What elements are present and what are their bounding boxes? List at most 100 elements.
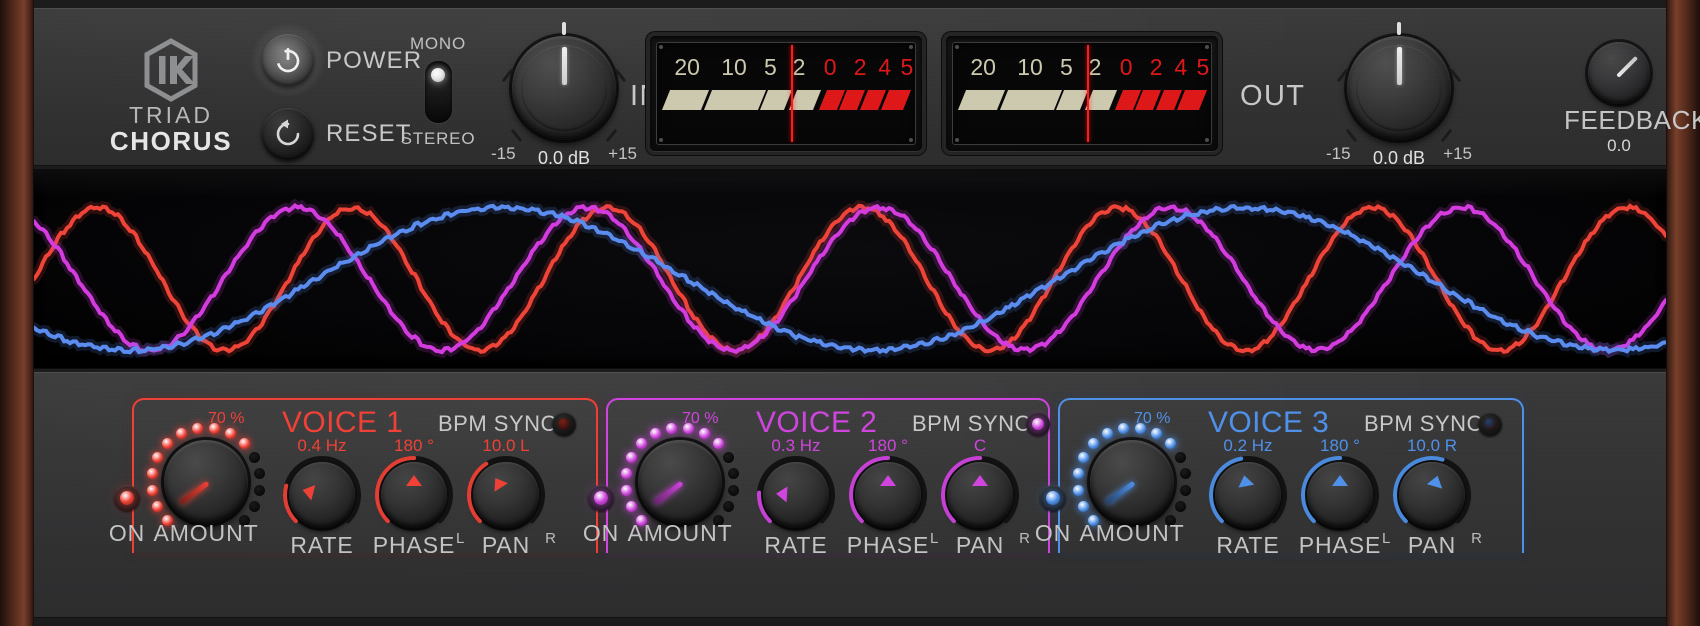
- switch-label-stereo: STEREO: [386, 129, 490, 149]
- voice-2-amount-knob[interactable]: [638, 440, 722, 524]
- reset-button[interactable]: [262, 108, 314, 160]
- amount-ring-led: [666, 423, 677, 434]
- output-knob-readout-row: -15 0.0 dB +15: [1324, 140, 1474, 164]
- amount-ring-led: [1078, 452, 1089, 463]
- feedback-knob-group: FEEDBACK 0.0: [1564, 42, 1674, 156]
- switch-label-mono: MONO: [386, 34, 490, 54]
- vu-segment: [1000, 90, 1062, 110]
- voice-3-pan-knob[interactable]: [1399, 462, 1465, 528]
- feedback-knob[interactable]: [1588, 42, 1650, 104]
- knob-pointer: [1616, 56, 1638, 78]
- voice-3-amount-knob[interactable]: [1090, 440, 1174, 524]
- amount-ring-led: [1175, 501, 1186, 512]
- vu-segment: [1085, 90, 1117, 110]
- knob-top-tick: [562, 22, 566, 35]
- vu-scale-tick-red: 5: [900, 54, 913, 81]
- ik-hexagon-logo-icon: [139, 38, 203, 102]
- voice-1-phase-knob[interactable]: [381, 462, 447, 528]
- voice-3-on-led[interactable]: [1040, 485, 1066, 511]
- amount-ring-led: [1180, 485, 1191, 496]
- voice-2-pan-value: C: [938, 436, 1022, 456]
- pan-right-label: R: [1471, 530, 1482, 547]
- knob-arc-right: [615, 69, 627, 83]
- amount-ring-led: [699, 428, 710, 439]
- voice-2-on-led[interactable]: [588, 485, 614, 511]
- lfo-waveform-svg: [34, 170, 1666, 368]
- voice-1-phase-value: 180 °: [372, 436, 456, 456]
- voice-2-phase-knob[interactable]: [855, 462, 921, 528]
- input-knob-readout-row: -15 0.0 dB +15: [489, 140, 639, 164]
- amount-ring-led: [723, 501, 734, 512]
- voice-1-rate-group: 0.4 HzRATE: [280, 462, 364, 528]
- amount-ring-led: [147, 468, 158, 479]
- voice-3-phase-value: 180 °: [1298, 436, 1382, 456]
- amount-ring-led: [176, 428, 187, 439]
- voice-2-phase-group: 180 °PHASE: [846, 462, 930, 528]
- voice-1-rate-knob[interactable]: [289, 462, 355, 528]
- voice-2-bpm-sync-led[interactable]: [1026, 412, 1050, 436]
- amount-ring-led: [254, 485, 265, 496]
- vu-segment: [704, 90, 766, 110]
- pan-right-label: R: [545, 530, 556, 547]
- voice-1-pan-knob[interactable]: [473, 462, 539, 528]
- power-icon: [272, 44, 304, 76]
- amount-ring-led: [152, 501, 163, 512]
- mono-stereo-switch-group: MONO STEREO: [386, 34, 490, 149]
- amount-ring-led: [147, 485, 158, 496]
- led-core: [594, 491, 608, 505]
- amount-ring-led: [152, 452, 163, 463]
- voice-3-pan-value: 10.0 R: [1390, 436, 1474, 456]
- voice-2-pan-knob[interactable]: [947, 462, 1013, 528]
- voice-1-bpm-sync-led[interactable]: [552, 412, 576, 436]
- brand-line-1: TRIAD: [96, 104, 246, 127]
- voice-2-phase-value: 180 °: [846, 436, 930, 456]
- vu-segment: [958, 90, 1005, 110]
- input-vu-bars: [664, 90, 908, 110]
- output-gain-knob[interactable]: [1347, 36, 1451, 140]
- amount-ring-led: [728, 468, 739, 479]
- voice-2-pan-arc: [940, 455, 1020, 535]
- vu-segment-red: [1177, 90, 1207, 110]
- input-vu-face: 2010520245: [656, 42, 916, 145]
- voice-2-rate-arc: [756, 455, 836, 535]
- vu-scale-tick-red: 4: [878, 54, 891, 81]
- voice-2-rate-knob[interactable]: [763, 462, 829, 528]
- vu-scale-tick-red: 5: [1196, 54, 1209, 81]
- vu-segment-red: [881, 90, 911, 110]
- mono-stereo-toggle[interactable]: [425, 61, 452, 123]
- vu-segment: [662, 90, 709, 110]
- amount-ring-led: [626, 501, 637, 512]
- amount-ring-led: [1151, 428, 1162, 439]
- voice-2-amount-label: AMOUNT: [620, 520, 740, 547]
- vu-scale-tick: 10: [1017, 54, 1043, 81]
- output-knob-max-label: +15: [1443, 144, 1472, 164]
- reset-arrow-icon: [272, 118, 304, 150]
- plugin-faceplate: TRIAD CHORUS POWER RESET M: [34, 0, 1666, 626]
- voice-3-bpm-sync-label: BPM SYNC: [1364, 411, 1483, 437]
- feedback-label: FEEDBACK: [1564, 107, 1674, 133]
- voice-3-rate-value: 0.2 Hz: [1206, 436, 1290, 456]
- amount-ring-led: [249, 452, 260, 463]
- amount-ring-led: [249, 501, 260, 512]
- voice-1-on-led[interactable]: [114, 485, 140, 511]
- amount-ring-led: [1165, 438, 1176, 449]
- voice-2-phase-pointer: [880, 475, 896, 486]
- output-vu-scale: 2010520245: [952, 54, 1212, 80]
- output-gain-knob-group: -15 0.0 dB +15: [1324, 36, 1474, 164]
- voice-3-phase-knob[interactable]: [1307, 462, 1373, 528]
- led-core: [1032, 418, 1044, 430]
- knob-top-tick: [1397, 22, 1401, 35]
- amount-ring-led: [621, 485, 632, 496]
- amount-ring-led: [1180, 468, 1191, 479]
- input-gain-knob[interactable]: [512, 36, 616, 140]
- voice-3-bpm-sync-led[interactable]: [1478, 412, 1502, 436]
- voice-2-phase-arc: [848, 455, 928, 535]
- voice-1-amount-knob[interactable]: [164, 440, 248, 524]
- pan-left-label: L: [456, 530, 464, 547]
- voice-3-rate-knob[interactable]: [1215, 462, 1281, 528]
- voice-3-phase-arc: [1300, 455, 1380, 535]
- power-button[interactable]: [262, 34, 314, 86]
- amount-ring-led: [1118, 423, 1129, 434]
- input-vu-needle: [791, 45, 793, 142]
- output-vu-bars: [960, 90, 1204, 110]
